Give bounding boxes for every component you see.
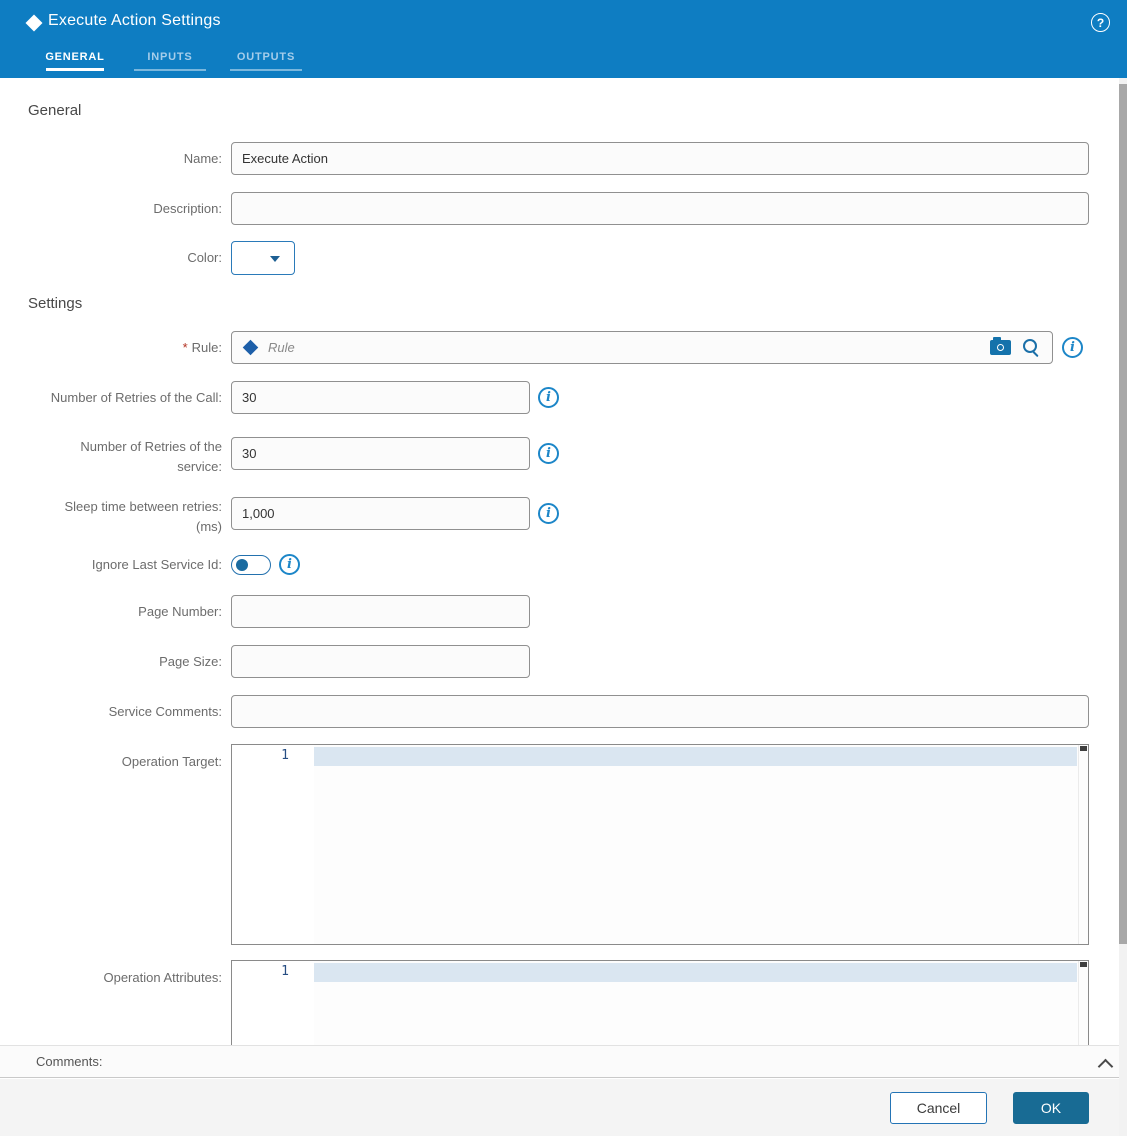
name-input[interactable]	[231, 142, 1089, 175]
dialog-footer: Cancel OK	[0, 1079, 1127, 1136]
settings-section-heading: Settings	[28, 295, 83, 312]
retries-service-info-icon[interactable]: i	[538, 443, 559, 464]
active-line-highlight	[314, 963, 1077, 982]
cancel-button[interactable]: Cancel	[890, 1092, 987, 1124]
retries-call-input[interactable]	[231, 381, 530, 414]
tab-inputs[interactable]: INPUTS	[134, 45, 206, 71]
operation-target-label: Operation Target:	[121, 754, 222, 769]
retries-call-info-icon[interactable]: i	[538, 387, 559, 408]
line-number-gutter: 1	[232, 745, 314, 944]
page-scrollbar-thumb[interactable]	[1119, 84, 1127, 944]
search-icon[interactable]	[1023, 339, 1040, 356]
sleep-time-label: Sleep time between retries: (ms)	[64, 499, 222, 534]
sleep-time-input[interactable]	[231, 497, 530, 530]
comments-label: Comments:	[36, 1054, 103, 1069]
editor-scrollbar-thumb[interactable]	[1080, 962, 1087, 967]
help-button[interactable]: ?	[1091, 13, 1110, 32]
page-size-input[interactable]	[231, 645, 530, 678]
service-comments-input[interactable]	[231, 695, 1089, 728]
camera-icon[interactable]	[990, 337, 1011, 355]
rule-picker-field[interactable]: Rule	[231, 331, 1053, 364]
comments-bar: Comments:	[0, 1045, 1127, 1078]
operation-attributes-label: Operation Attributes:	[103, 970, 222, 985]
sleep-time-info-icon[interactable]: i	[538, 503, 559, 524]
required-asterisk: *	[182, 339, 188, 355]
action-diamond-icon	[25, 14, 43, 32]
rule-diamond-icon	[242, 339, 259, 356]
dialog-header: Execute Action Settings ? GENERAL INPUTS…	[0, 0, 1127, 78]
retries-call-label: Number of Retries of the Call:	[50, 389, 222, 405]
line-number: 1	[281, 748, 289, 763]
rule-label: * Rule:	[182, 339, 222, 355]
ignore-last-service-toggle[interactable]	[231, 555, 271, 575]
description-input[interactable]	[231, 192, 1089, 225]
general-section-heading: General	[28, 102, 82, 119]
page-number-label: Page Number:	[138, 603, 222, 619]
retries-service-label: Number of Retries of the service:	[80, 439, 222, 474]
line-number: 1	[281, 964, 289, 979]
chevron-up-icon[interactable]	[1100, 1059, 1111, 1070]
question-mark-icon: ?	[1096, 15, 1105, 30]
color-label: Color:	[187, 250, 222, 265]
rule-placeholder: Rule	[268, 340, 295, 355]
name-label: Name:	[183, 150, 222, 166]
service-comments-label: Service Comments:	[108, 703, 222, 719]
ok-button[interactable]: OK	[1013, 1092, 1089, 1124]
page-scrollbar[interactable]	[1119, 78, 1127, 1136]
rule-info-icon[interactable]: i	[1062, 337, 1083, 358]
toggle-knob	[236, 558, 248, 571]
ignore-last-service-info-icon[interactable]: i	[279, 554, 300, 575]
retries-service-input[interactable]	[231, 437, 530, 470]
tab-outputs[interactable]: OUTPUTS	[230, 45, 302, 71]
page-size-label: Page Size:	[159, 653, 222, 669]
chevron-down-icon	[270, 256, 280, 262]
tab-general[interactable]: GENERAL	[45, 45, 104, 71]
operation-target-editor[interactable]: 1	[231, 744, 1089, 945]
dialog-title: Execute Action Settings	[48, 12, 221, 29]
active-line-highlight	[314, 747, 1077, 766]
page-number-input[interactable]	[231, 595, 530, 628]
ignore-last-service-label: Ignore Last Service Id:	[91, 557, 222, 572]
editor-scrollbar-thumb[interactable]	[1080, 746, 1087, 751]
description-label: Description:	[153, 200, 222, 216]
color-dropdown[interactable]	[231, 241, 295, 275]
tab-bar: GENERAL INPUTS OUTPUTS	[0, 45, 1127, 73]
editor-scrollbar[interactable]	[1078, 745, 1088, 944]
